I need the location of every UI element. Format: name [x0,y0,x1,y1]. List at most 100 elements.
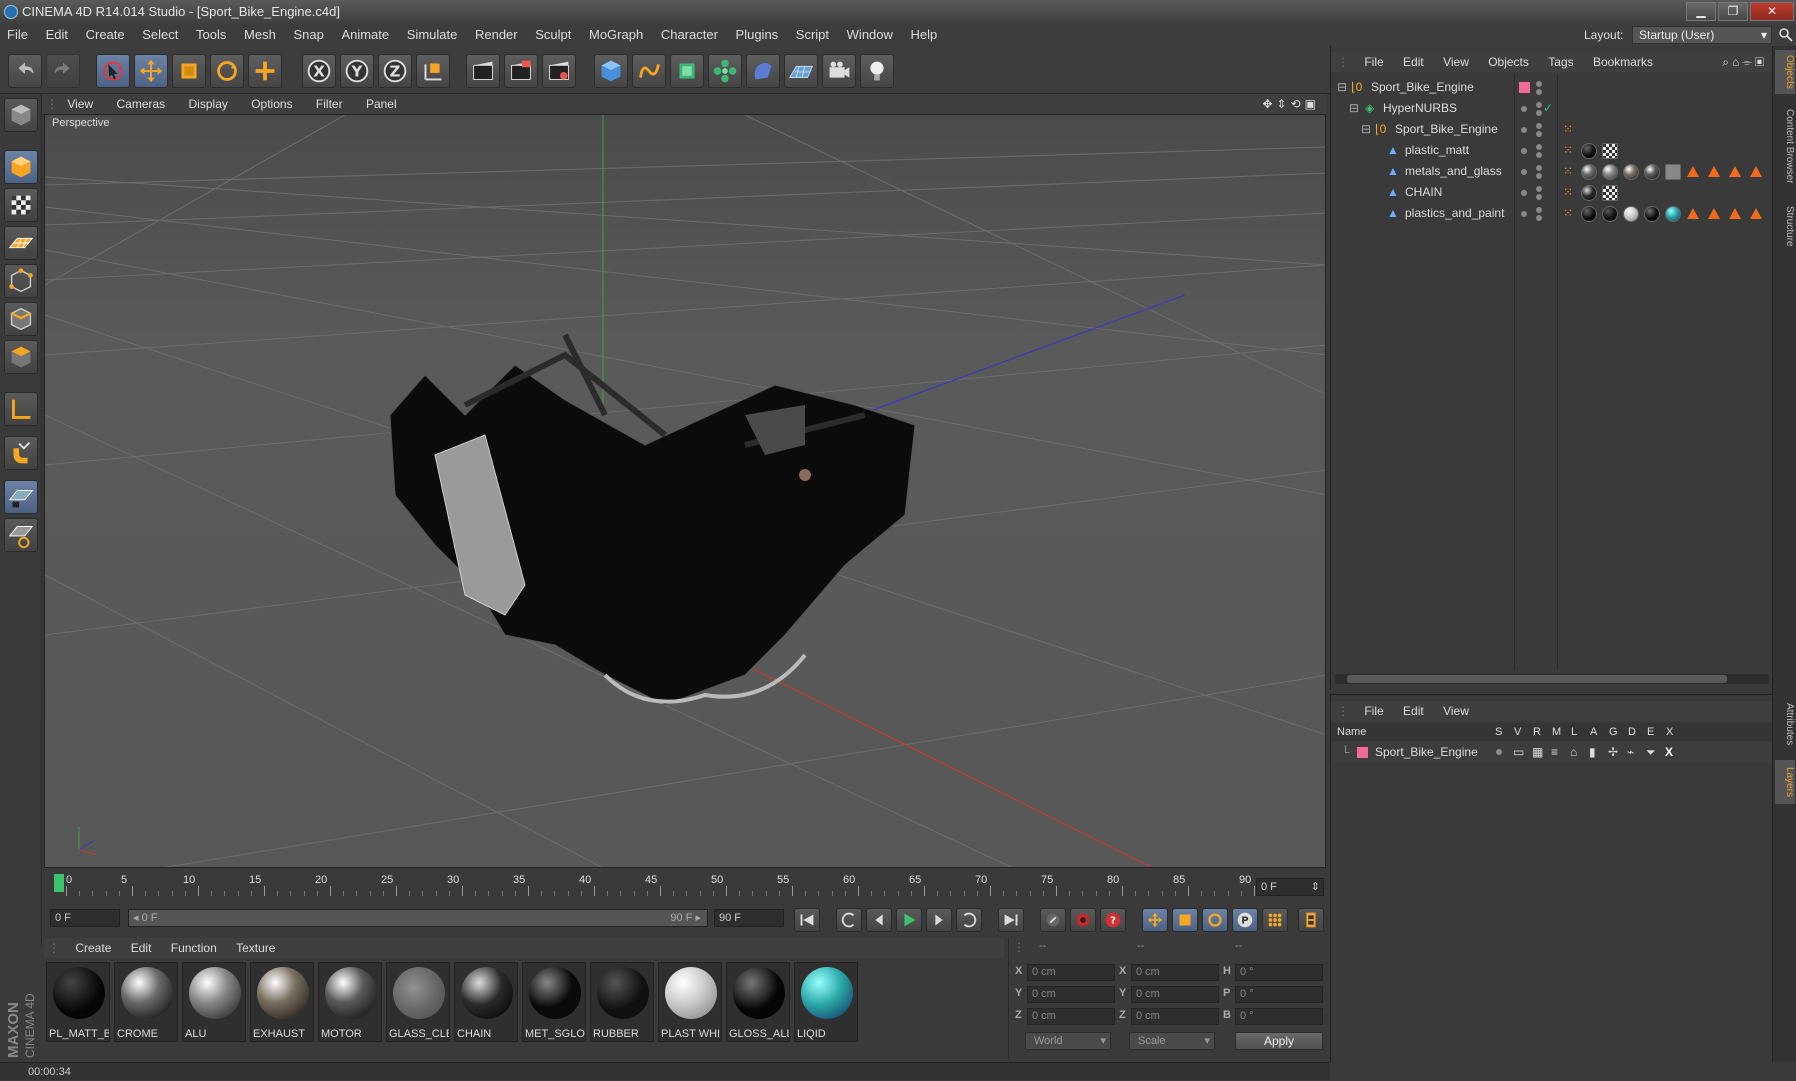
object-row[interactable]: ⊟ ⌊0 Sport_Bike_Engine [1331,77,1773,98]
horizontal-scrollbar[interactable] [1335,674,1769,684]
pos-z-field[interactable]: 0 cm [1027,1008,1115,1025]
render-settings-button[interactable] [542,54,576,88]
selection-tag-icon[interactable] [1750,208,1762,219]
material-swatch[interactable]: ALU [182,962,246,1042]
selection-tag-icon[interactable] [1708,166,1720,177]
collapse-icon[interactable]: ⊟ [1349,98,1359,119]
pos-y-field[interactable]: 0 cm [1027,986,1115,1003]
object-row[interactable]: ⊟ ◈ HyperNURBS ✓ [1331,98,1773,119]
menu-create[interactable]: Create [79,24,132,46]
viewport-menu-cameras[interactable]: Cameras [106,94,175,114]
selection-tag-icon[interactable] [1729,166,1741,177]
menu-tools[interactable]: Tools [189,24,233,46]
rot-b-field[interactable]: 0 ° [1235,1008,1323,1025]
visibility-dot[interactable] [1536,131,1542,137]
snap-button[interactable] [4,436,38,470]
material-swatch[interactable]: PLAST WHI [658,962,722,1042]
layers-menu-file[interactable]: File [1356,701,1391,721]
locked-workplane-button[interactable] [4,480,38,514]
material-swatch[interactable]: GLASS_CLE [386,962,450,1042]
column-manager[interactable]: M [1552,723,1561,741]
start-frame-field[interactable]: 0 F [50,909,120,927]
floor-button[interactable] [784,54,818,88]
light-button[interactable] [860,54,894,88]
rot-p-field[interactable]: 0 ° [1235,986,1323,1003]
scale-track-button[interactable] [1172,908,1198,932]
menu-window[interactable]: Window [840,24,900,46]
spline-button[interactable] [632,54,666,88]
menu-edit[interactable]: Edit [39,24,75,46]
go-to-start-button[interactable] [794,908,820,932]
rotate-tool-button[interactable] [210,54,244,88]
move-tool-button[interactable] [134,54,168,88]
menu-animate[interactable]: Animate [334,24,396,46]
polygons-mode-button[interactable] [4,340,38,374]
restore-button[interactable]: ❐ [1718,2,1748,21]
viewport-menu-display[interactable]: Display [179,94,238,114]
material-tag[interactable] [1581,206,1597,222]
autokey-button[interactable] [1070,908,1096,932]
deformers-toggle-icon[interactable]: ⌁ [1627,742,1634,763]
record-keys-button[interactable] [1040,908,1066,932]
object-manager-nav-icons[interactable]: ⌕⌂⌯▣ [1722,52,1767,72]
material-menu-create[interactable]: Create [67,938,119,958]
planar-workplane-button[interactable] [4,518,38,552]
objects-menu-file[interactable]: File [1356,52,1391,72]
generators-toggle-icon[interactable]: ✢ [1608,742,1618,763]
size-z-field[interactable]: 0 cm [1131,1008,1219,1025]
phong-tag-icon[interactable]: ⁙ [1563,140,1573,161]
menu-character[interactable]: Character [654,24,725,46]
object-row[interactable]: ▲ metals_and_glass ⁙ [1331,161,1773,182]
menu-mograph[interactable]: MoGraph [582,24,650,46]
coordinate-system-button[interactable] [416,54,450,88]
menu-render[interactable]: Render [468,24,525,46]
model-mode-button[interactable] [4,150,38,184]
camera-button[interactable] [822,54,856,88]
manager-toggle-icon[interactable]: ≡ [1551,742,1558,763]
cube-object-button[interactable] [594,54,628,88]
viewport-menu-panel[interactable]: Panel [356,94,407,114]
next-frame-button[interactable] [926,908,952,932]
workplane-button[interactable] [4,226,38,260]
column-generators[interactable]: G [1609,723,1618,741]
go-to-end-button[interactable] [998,908,1024,932]
phong-tag-icon[interactable]: ⁙ [1563,161,1573,182]
editor-visibility-dot[interactable] [1521,106,1527,112]
selection-tag-icon[interactable] [1729,208,1741,219]
material-tag[interactable] [1665,206,1681,222]
search-icon[interactable] [1778,27,1794,43]
objects-menu-edit[interactable]: Edit [1395,52,1432,72]
column-deformers[interactable]: D [1628,723,1636,741]
selection-tag-icon[interactable] [1687,166,1699,177]
menu-snap[interactable]: Snap [286,24,330,46]
material-swatch[interactable]: MOTOR [318,962,382,1042]
material-tag[interactable] [1581,143,1597,159]
editor-visibility-dot[interactable] [1521,211,1527,217]
size-x-field[interactable]: 0 cm [1131,964,1219,981]
animation-toggle-icon[interactable]: ▮ [1589,742,1596,763]
layout-select[interactable]: Startup (User) ▾ [1632,26,1772,44]
uvw-tag[interactable] [1602,185,1618,201]
material-tag[interactable] [1644,206,1660,222]
visibility-dot[interactable] [1536,207,1542,213]
apply-button[interactable]: Apply [1235,1032,1323,1050]
frame-range-slider[interactable]: ◂ 0 F 90 F ▸ [128,909,708,927]
material-menu-function[interactable]: Function [163,938,225,958]
scrollbar-thumb[interactable] [1347,675,1727,683]
material-swatch[interactable]: CHAIN [454,962,518,1042]
render-picture-viewer-button[interactable] [504,54,538,88]
tab-structure[interactable]: Structure [1775,198,1795,254]
nurbs-button[interactable] [670,54,704,88]
object-row[interactable]: ▲ plastics_and_paint ⁙ [1331,203,1773,224]
point-level-animation-button[interactable] [1262,908,1288,932]
live-selection-button[interactable] [96,54,130,88]
x-axis-button[interactable]: X [302,54,336,88]
material-swatch[interactable]: PL_MATT_B [46,962,110,1042]
phong-tag-icon[interactable]: ⁙ [1563,203,1573,224]
previous-frame-button[interactable] [866,908,892,932]
layers-menu-edit[interactable]: Edit [1395,701,1432,721]
material-swatch[interactable]: EXHAUST [250,962,314,1042]
menu-select[interactable]: Select [135,24,185,46]
menu-plugins[interactable]: Plugins [729,24,786,46]
viewport-menu-options[interactable]: Options [241,94,302,114]
